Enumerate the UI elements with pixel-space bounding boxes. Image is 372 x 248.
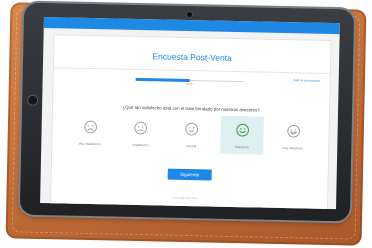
rating-option-label: Insatisfecho	[132, 142, 149, 148]
rating-options: Muy insatisfecho Insatisfecho Neutral Sa…	[68, 113, 315, 156]
very-sad-face-icon	[83, 120, 97, 134]
rating-option-very-satisfied[interactable]: Muy Satisfecho	[271, 117, 315, 156]
tablet-screen: Encuesta Post-Venta 50% Salir de la encu…	[40, 16, 340, 210]
front-camera-icon	[186, 11, 193, 18]
survey-title: Encuesta Post-Venta	[152, 51, 232, 63]
next-button[interactable]: Siguiente	[167, 168, 212, 181]
rating-option-unsatisfied[interactable]: Insatisfecho	[119, 114, 163, 153]
rating-option-label: Satisfecho	[234, 145, 250, 150]
very-happy-face-icon	[286, 124, 300, 138]
progress-label: 50%	[186, 81, 193, 87]
rating-option-neutral[interactable]: Neutral	[170, 115, 214, 154]
sad-face-icon	[134, 121, 148, 135]
app-top-bar	[43, 16, 340, 35]
rating-option-label: Neutral	[186, 143, 197, 149]
rating-option-label: Muy Satisfecho	[282, 146, 304, 151]
tablet-device: Encuesta Post-Venta 50% Salir de la encu…	[19, 2, 355, 222]
neutral-face-icon	[185, 122, 198, 136]
rating-option-label: Muy insatisfecho	[78, 141, 102, 147]
home-button[interactable]	[27, 94, 39, 106]
happy-face-icon	[236, 123, 249, 137]
title-divider	[53, 67, 330, 74]
rating-option-very-unsatisfied[interactable]: Muy insatisfecho	[68, 113, 112, 152]
rating-option-satisfied[interactable]: Satisfecho	[220, 115, 265, 155]
survey-card: Encuesta Post-Venta 50% Salir de la encu…	[50, 34, 332, 210]
exit-survey-link[interactable]: Salir de la encuesta	[293, 78, 319, 83]
